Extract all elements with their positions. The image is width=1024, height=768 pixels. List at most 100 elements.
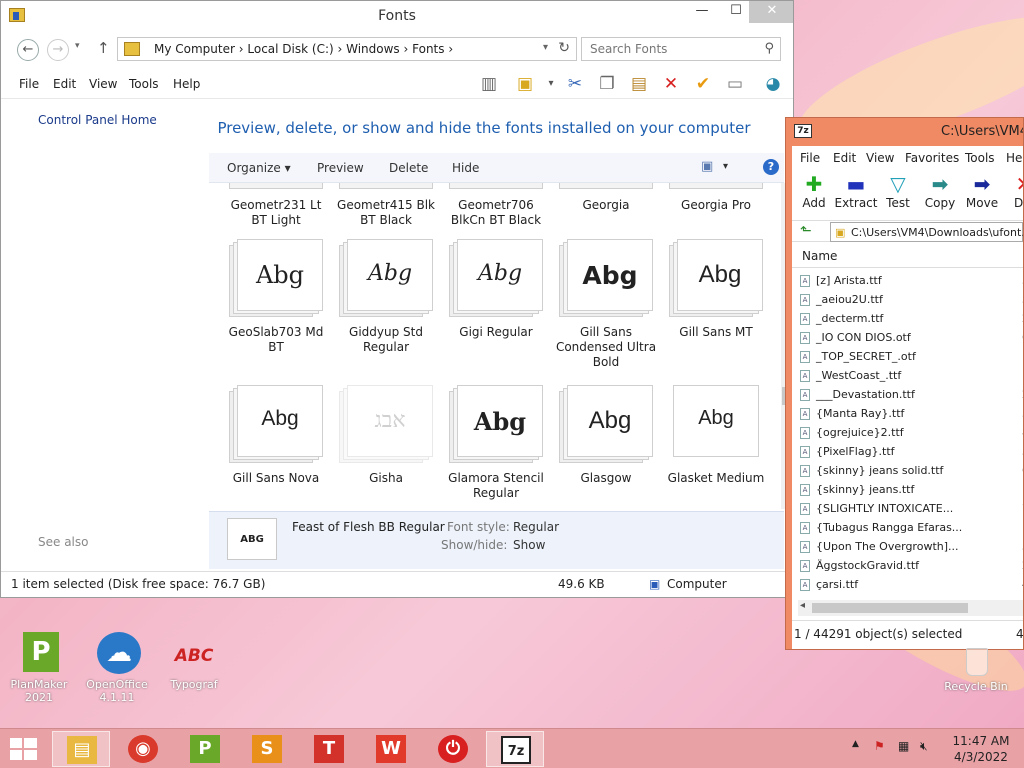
zip-column-header[interactable]: Name bbox=[792, 244, 1023, 268]
layout-pane-icon[interactable]: ▥ bbox=[477, 73, 501, 95]
zip-move-button[interactable]: ➡ Move bbox=[960, 172, 1004, 210]
zip-file-row[interactable]: A_aeiou2U.ttf52 bbox=[800, 291, 1023, 310]
font-tile[interactable]: Abg Giddyup Std Regular bbox=[331, 239, 441, 355]
tray-expand-icon[interactable]: ▲ bbox=[852, 739, 859, 749]
zip-delete-button[interactable]: ✕Del bbox=[1002, 172, 1023, 210]
zip-file-row[interactable]: A[z] Arista.ttf57 bbox=[800, 272, 1023, 291]
desktop-icon-openoffice[interactable]: ☁ OpenOffice 4.1.11 bbox=[81, 632, 153, 704]
system-clock[interactable]: 11:47 AM 4/3/2022 bbox=[944, 733, 1018, 765]
font-tile[interactable]: Abg Gigi Regular bbox=[441, 239, 551, 340]
paste-icon[interactable]: ▤ bbox=[627, 73, 651, 95]
address-dropdown-icon[interactable]: ▾ bbox=[543, 42, 548, 53]
font-tile[interactable]: Abg GeoSlab703 Md BT bbox=[221, 239, 331, 355]
copy-icon[interactable]: ❐ bbox=[595, 73, 619, 95]
zip-menu-favorites[interactable]: Favorites bbox=[905, 151, 959, 165]
zip-file-row[interactable]: A{SLIGHTLY INTOXICATE...700 bbox=[800, 500, 1023, 519]
zip-file-row[interactable]: A_decterm.ttf210 bbox=[800, 310, 1023, 329]
font-tile[interactable]: Geometr706 BlkCn BT Black bbox=[441, 183, 551, 228]
zip-file-row[interactable]: AÄggstockGravid.ttf24 bbox=[800, 557, 1023, 576]
zip-copy-button[interactable]: ➡ Copy bbox=[918, 172, 962, 210]
taskbar-chrome-button[interactable]: ◉ bbox=[114, 731, 172, 767]
search-icon[interactable]: ⚲ bbox=[764, 41, 774, 56]
scroll-left-icon[interactable]: ◂ bbox=[800, 600, 805, 611]
taskbar-wps-office-button[interactable]: W bbox=[362, 731, 420, 767]
shell-icon[interactable]: ◕ bbox=[761, 73, 785, 95]
zip-add-button[interactable]: ✚ Add bbox=[792, 172, 836, 210]
zip-file-row[interactable]: A{Upon The Overgrowth]...347 bbox=[800, 538, 1023, 557]
font-tile[interactable]: Abg Glasket Medium bbox=[661, 385, 771, 486]
cut-icon[interactable]: ✂ bbox=[563, 73, 587, 95]
zip-menu-edit[interactable]: Edit bbox=[833, 151, 856, 165]
maximize-button[interactable]: ☐ bbox=[721, 1, 751, 23]
options-dropdown-icon[interactable]: ▾ bbox=[539, 73, 563, 95]
zip-test-button[interactable]: ▽ Test bbox=[876, 172, 920, 210]
font-tile[interactable]: Georgia bbox=[551, 183, 661, 213]
properties-icon[interactable]: ▭ bbox=[723, 73, 747, 95]
recent-dropdown-icon[interactable]: ▾ bbox=[75, 41, 80, 51]
start-button[interactable] bbox=[10, 738, 38, 760]
zip-file-row[interactable]: Açarsi.ttf44 bbox=[800, 576, 1023, 595]
zip-menu-help[interactable]: He bbox=[1006, 151, 1022, 165]
font-tile[interactable]: Abg Gill Sans Nova bbox=[221, 385, 331, 486]
action-center-flag-icon[interactable]: ⚑ bbox=[874, 739, 885, 753]
organize-button[interactable]: Organize ▾ bbox=[227, 161, 291, 175]
zip-file-row[interactable]: A{ogrejuice}2.ttf84 bbox=[800, 424, 1023, 443]
zip-file-row[interactable]: A{Manta Ray}.ttf532 bbox=[800, 405, 1023, 424]
change-view-icon[interactable]: ▣ bbox=[701, 159, 713, 174]
zip-file-row[interactable]: A{PixelFlag}.ttf39 bbox=[800, 443, 1023, 462]
taskbar-seven-zip-button[interactable]: 7z bbox=[486, 731, 544, 767]
zip-file-row[interactable]: A_WestCoast_.ttf18 bbox=[800, 367, 1023, 386]
font-tile[interactable]: Georgia Pro bbox=[661, 183, 771, 213]
minimize-button[interactable]: — bbox=[687, 1, 717, 23]
font-tile[interactable]: אבג Gisha bbox=[331, 385, 441, 486]
address-bar[interactable]: My Computer › Local Disk (C:) › Windows … bbox=[117, 37, 577, 61]
breadcrumb-fonts[interactable]: Fonts bbox=[412, 42, 444, 56]
search-input[interactable]: Search Fonts bbox=[590, 42, 667, 56]
breadcrumb-local-disk[interactable]: Local Disk (C:) bbox=[247, 42, 333, 56]
up-folder-icon[interactable]: ⬑ bbox=[800, 223, 812, 239]
taskbar-file-explorer-button[interactable]: ▤ bbox=[52, 731, 110, 767]
menu-tools[interactable]: Tools bbox=[129, 77, 159, 91]
up-arrow-icon[interactable]: ↑ bbox=[97, 39, 110, 57]
forward-arrow-icon[interactable]: → bbox=[47, 39, 69, 61]
checkmark-icon[interactable]: ✔ bbox=[691, 73, 715, 95]
name-column-header[interactable]: Name bbox=[802, 249, 837, 263]
folder-options-icon[interactable]: ▣ bbox=[513, 73, 537, 95]
zip-file-row[interactable]: A_IO CON DIOS.otf67 bbox=[800, 329, 1023, 348]
title-bar[interactable]: Fonts — ☐ ✕ bbox=[1, 1, 793, 33]
seven-zip-title-bar[interactable]: 7z C:\Users\VM4 bbox=[786, 118, 1023, 146]
breadcrumb-my-computer[interactable]: My Computer bbox=[154, 42, 235, 56]
desktop-icon-recycle-bin[interactable]: Recycle Bin bbox=[940, 648, 1012, 693]
zip-path-input[interactable]: ▣ C:\Users\VM4\Downloads\ufont. bbox=[830, 222, 1023, 242]
font-tile[interactable]: Abg Gill Sans MT bbox=[661, 239, 771, 340]
preview-button[interactable]: Preview bbox=[317, 161, 364, 175]
help-icon[interactable]: ? bbox=[763, 159, 779, 175]
menu-help[interactable]: Help bbox=[173, 77, 200, 91]
menu-view[interactable]: View bbox=[89, 77, 117, 91]
refresh-icon[interactable]: ↻ bbox=[558, 40, 570, 56]
zip-file-row[interactable]: A___Devastation.ttf20 bbox=[800, 386, 1023, 405]
zip-file-row[interactable]: A{skinny} jeans solid.ttf67 bbox=[800, 462, 1023, 481]
back-arrow-icon[interactable]: ← bbox=[17, 39, 39, 61]
desktop-icon-planmaker[interactable]: P PlanMaker 2021 bbox=[3, 632, 75, 704]
close-button[interactable]: ✕ bbox=[749, 1, 793, 23]
zip-menu-file[interactable]: File bbox=[800, 151, 820, 165]
control-panel-home-link[interactable]: Control Panel Home bbox=[38, 113, 157, 127]
font-tile[interactable]: Abg Glamora Stencil Regular bbox=[441, 385, 551, 501]
taskbar-textmaker-button[interactable]: T bbox=[300, 731, 358, 767]
volume-muted-icon[interactable]: 🔇︎ bbox=[920, 739, 928, 754]
delete-icon[interactable]: ✕ bbox=[659, 73, 683, 95]
desktop-icon-typograf[interactable]: ABC Typograf bbox=[158, 632, 230, 691]
font-tile[interactable]: Abg Gill Sans Condensed Ultra Bold bbox=[551, 239, 661, 370]
zip-extract-button[interactable]: ▬ Extract bbox=[834, 172, 878, 210]
network-icon[interactable]: ▦ bbox=[898, 739, 909, 753]
zip-menu-view[interactable]: View bbox=[866, 151, 894, 165]
delete-button[interactable]: Delete bbox=[389, 161, 428, 175]
menu-file[interactable]: File bbox=[19, 77, 39, 91]
font-tile[interactable]: Abg Glasgow bbox=[551, 385, 661, 486]
hide-button[interactable]: Hide bbox=[452, 161, 479, 175]
menu-edit[interactable]: Edit bbox=[53, 77, 76, 91]
zip-file-row[interactable]: A{skinny} jeans.ttf113 bbox=[800, 481, 1023, 500]
taskbar-presentations-button[interactable]: S bbox=[238, 731, 296, 767]
font-tile[interactable]: Geometr415 Blk BT Black bbox=[331, 183, 441, 228]
